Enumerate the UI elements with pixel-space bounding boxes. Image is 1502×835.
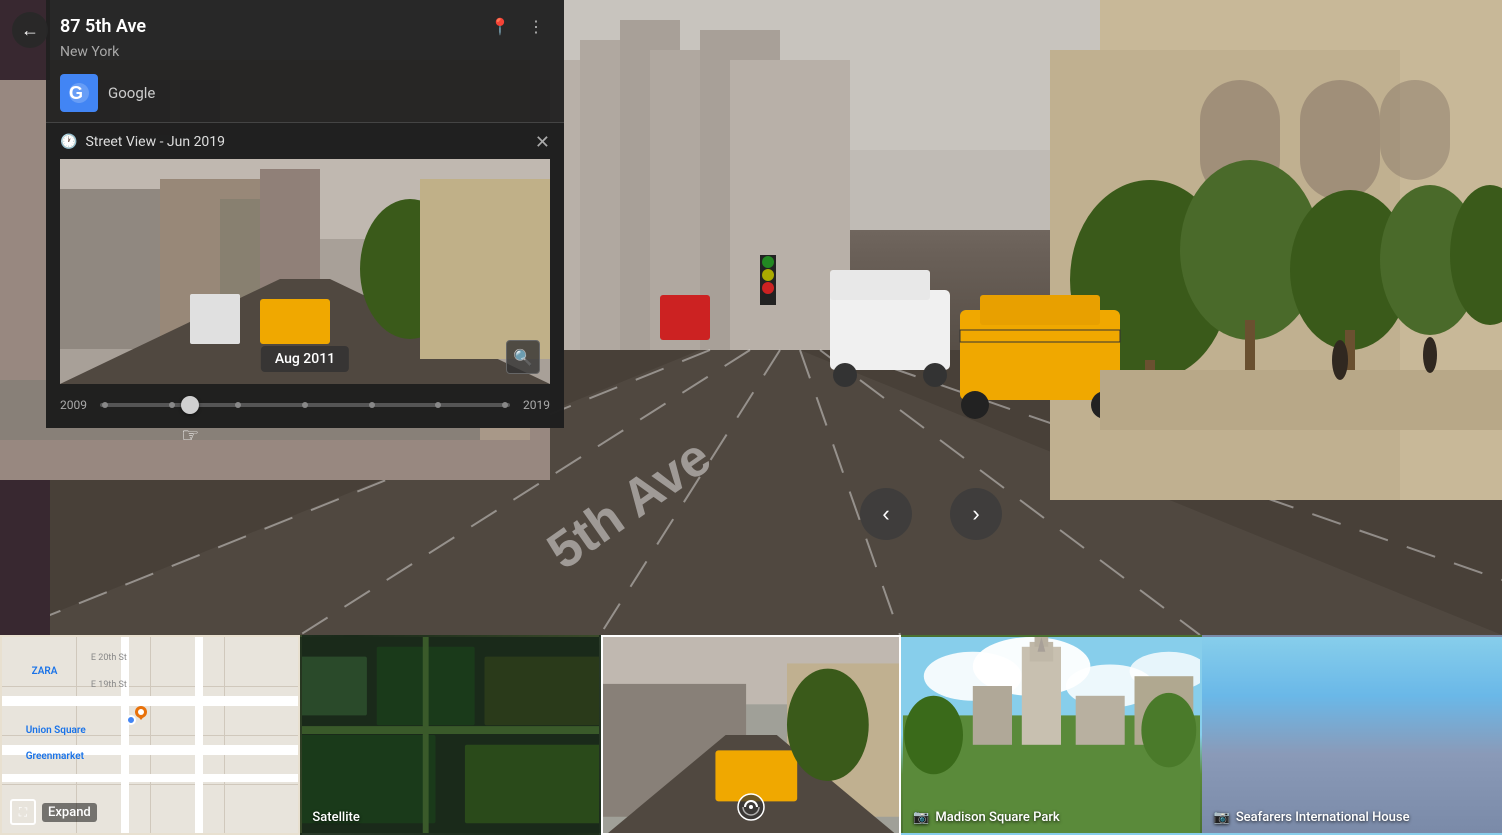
timeline: 2009 bbox=[60, 394, 550, 418]
sv-close-button[interactable]: ✕ bbox=[535, 133, 550, 151]
strip-item-current[interactable] bbox=[601, 635, 901, 835]
camera-icon-seafarers: 📷 bbox=[1214, 810, 1230, 825]
sv-time-title: 🕐 Street View - Jun 2019 bbox=[60, 134, 225, 150]
timeline-thumb[interactable] bbox=[181, 396, 199, 414]
back-button[interactable]: ← bbox=[12, 12, 48, 48]
google-row: G Google bbox=[46, 68, 564, 123]
bottom-strip: ZARA Union Square Greenmarket E 20th St … bbox=[0, 635, 1502, 835]
timeline-track[interactable]: ☞ bbox=[100, 403, 510, 407]
street-view-main: 5th Ave ‹ › ← bbox=[0, 0, 1502, 635]
expand-label: Expand bbox=[42, 803, 97, 822]
nav-arrow-right[interactable]: › bbox=[950, 488, 1002, 540]
map-label-zara: ZARA bbox=[32, 666, 58, 677]
satellite-label: Satellite bbox=[312, 810, 359, 825]
google-label: Google bbox=[108, 84, 155, 102]
address-text: 87 5th Ave bbox=[60, 16, 146, 37]
map-street-label-2: E 19th St bbox=[91, 680, 127, 690]
map-location-dot bbox=[126, 715, 136, 725]
strip-item-satellite[interactable]: Satellite bbox=[300, 635, 600, 835]
strip-item-seafarers[interactable]: 📷 Seafarers International House bbox=[1202, 635, 1502, 835]
more-icon[interactable]: ⋮ bbox=[522, 12, 550, 40]
strip-item-madison[interactable]: 📷 Madison Square Park bbox=[901, 635, 1201, 835]
year-start: 2009 bbox=[60, 398, 90, 412]
date-badge: Aug 2011 bbox=[261, 346, 349, 372]
expand-icon: ⛶ bbox=[10, 799, 36, 825]
sv-time-panel: 🕐 Street View - Jun 2019 ✕ bbox=[46, 123, 564, 428]
map-label-greenmarket: Greenmarket bbox=[26, 751, 84, 762]
satellite-scene bbox=[302, 637, 598, 833]
expand-area[interactable]: ⛶ Expand bbox=[10, 799, 97, 825]
cursor-hand: ☞ bbox=[181, 423, 199, 447]
madison-label: 📷 Madison Square Park bbox=[913, 810, 1059, 825]
city-text: New York bbox=[46, 44, 564, 68]
year-end: 2019 bbox=[520, 398, 550, 412]
map-marker bbox=[135, 706, 147, 722]
pin-icon[interactable]: 📍 bbox=[486, 12, 514, 40]
sv-thumbnail: Aug 2011 🔍 bbox=[60, 159, 550, 384]
svg-text:G: G bbox=[69, 83, 83, 103]
info-panel: 87 5th Ave 📍 ⋮ New York G Go bbox=[46, 0, 564, 428]
map-label-union: Union Square bbox=[26, 725, 86, 736]
camera-icon-madison: 📷 bbox=[913, 810, 929, 825]
seafarers-scene bbox=[1204, 637, 1500, 833]
map-street-label-1: E 20th St bbox=[91, 653, 127, 663]
madison-scene bbox=[903, 637, 1199, 833]
current-sv-icon bbox=[737, 793, 765, 825]
strip-item-map[interactable]: ZARA Union Square Greenmarket E 20th St … bbox=[0, 635, 300, 835]
zoom-button[interactable]: 🔍 bbox=[506, 340, 540, 374]
google-logo-svg: G bbox=[67, 81, 91, 105]
google-logo: G bbox=[60, 74, 98, 112]
seafarers-label: 📷 Seafarers International House bbox=[1214, 810, 1410, 825]
nav-arrow-left[interactable]: ‹ bbox=[860, 488, 912, 540]
